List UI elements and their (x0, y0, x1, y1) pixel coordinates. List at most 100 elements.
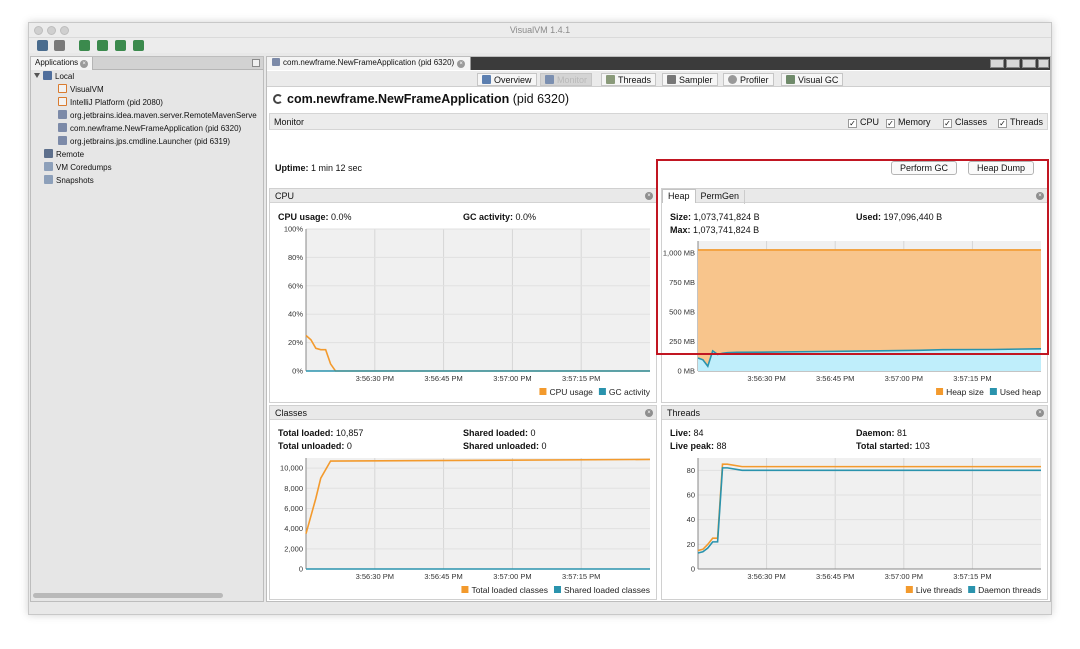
x-tick-label: 3:56:30 PM (356, 374, 394, 383)
expand-icon[interactable] (34, 73, 40, 78)
x-tick-label: 3:56:45 PM (816, 572, 854, 581)
close-icon[interactable]: × (80, 60, 89, 68)
close-icon[interactable]: × (645, 192, 653, 200)
y-tick-label: 750 MB (669, 278, 695, 287)
memory-panel: Heap PermGen × Size: 1,073,741,824 B Used… (661, 188, 1048, 403)
window-title: VisualVM 1.4.1 (509, 25, 571, 35)
monitor-label: Monitor (274, 117, 305, 127)
y-tick-label: 20 (687, 540, 695, 549)
tree-node-intellij[interactable]: IntelliJ Platform (pid 2080) (58, 97, 163, 109)
tree-node-visualvm[interactable]: VisualVM (58, 84, 104, 96)
cpu-checkbox[interactable]: ✓ CPU (848, 116, 879, 128)
y-tick-label: 250 MB (669, 337, 695, 346)
tree-node-newframe[interactable]: com.newframe.NewFrameApplication (pid 63… (58, 123, 241, 135)
java-process-icon (58, 123, 67, 132)
horizontal-scrollbar[interactable] (33, 593, 223, 598)
maximize-icon[interactable] (1038, 59, 1049, 68)
perform-gc-button[interactable]: Perform GC (891, 161, 958, 175)
x-tick-label: 3:57:00 PM (493, 374, 531, 383)
close-icon[interactable]: × (1036, 192, 1044, 200)
uptime: Uptime: 1 min 12 sec (275, 163, 363, 173)
classes-checkbox[interactable]: ✓ Classes (943, 116, 987, 128)
remote-host-icon (44, 149, 53, 158)
y-tick-label: 80% (288, 253, 303, 262)
tree-node-remote[interactable]: Remote (44, 149, 84, 161)
shared-unloaded-stat: Shared unloaded: 0 (463, 441, 547, 451)
shared-loaded-stat: Shared loaded: 0 (463, 428, 536, 438)
cpu-panel-header: CPU × (270, 189, 656, 203)
legend-label: GC activity (609, 387, 651, 397)
scroll-right-icon[interactable] (1006, 59, 1020, 68)
x-tick-label: 3:57:15 PM (953, 374, 991, 383)
sampler-icon (667, 75, 676, 84)
tree-node-jps-launcher[interactable]: org.jetbrains.jps.cmdline.Launcher (pid … (58, 136, 230, 148)
applications-tab-label: Applications (35, 58, 79, 67)
close-icon[interactable]: × (645, 409, 653, 417)
y-tick-label: 60 (687, 491, 695, 500)
x-tick-label: 3:56:30 PM (356, 572, 394, 581)
main-toolbar (29, 38, 1051, 53)
classes-panel: Classes × Total loaded: 10,857 Shared loa… (269, 405, 657, 600)
monitor-document: com.newframe.NewFrameApplication (pid 63… (266, 56, 1051, 602)
tree-node-coredumps[interactable]: VM Coredumps (44, 162, 112, 174)
save-icon[interactable] (54, 40, 65, 51)
minimize-panel-icon[interactable] (252, 59, 260, 67)
tree-node-snapshots[interactable]: Snapshots (44, 175, 94, 187)
tab-permgen[interactable]: PermGen (696, 190, 746, 204)
x-tick-label: 3:57:15 PM (562, 374, 600, 383)
coredump-icon[interactable] (133, 40, 144, 51)
tab-threads[interactable]: Threads (601, 73, 657, 86)
legend-swatch (598, 388, 606, 395)
live-threads-stat: Live: 84 (670, 428, 704, 438)
threads-checkbox[interactable]: ✓ Threads (998, 116, 1043, 128)
threads-panel-header: Threads × (662, 406, 1047, 420)
visualvm-window: VisualVM 1.4.1 Applications × Local Visua… (28, 22, 1052, 615)
tab-list-icon[interactable] (1022, 59, 1036, 68)
total-unloaded-stat: Total unloaded: 0 (278, 441, 352, 451)
scroll-left-icon[interactable] (990, 59, 1004, 68)
legend-swatch (905, 586, 913, 593)
add-jmx-icon[interactable] (37, 40, 48, 51)
thread-dump-icon[interactable] (97, 40, 108, 51)
close-icon[interactable]: × (457, 60, 466, 68)
check-icon: ✓ (998, 119, 1007, 128)
y-tick-label: 40% (288, 310, 303, 319)
y-tick-label: 4,000 (284, 524, 303, 533)
tab-monitor[interactable]: Monitor (540, 73, 593, 86)
memory-panel-header: Heap PermGen × (662, 189, 1047, 204)
y-tick-label: 40 (687, 515, 695, 524)
heap-dump-icon[interactable] (79, 40, 90, 51)
check-icon: ✓ (886, 119, 895, 128)
x-tick-label: 3:57:15 PM (562, 572, 600, 581)
live-peak-stat: Live peak: 88 (670, 441, 727, 451)
check-icon: ✓ (943, 119, 952, 128)
threads-panel: Threads × Live: 84 Daemon: 81 Live peak: … (661, 405, 1048, 600)
java-process-icon (272, 58, 280, 66)
legend-label: Daemon threads (978, 585, 1041, 595)
document-tab[interactable]: com.newframe.NewFrameApplication (pid 63… (267, 57, 472, 70)
tab-profiler[interactable]: Profiler (723, 73, 774, 86)
daemon-threads-stat: Daemon: 81 (856, 428, 908, 438)
y-tick-label: 0 (299, 565, 303, 574)
applications-tab[interactable]: Applications × (31, 57, 94, 70)
overview-icon (482, 75, 491, 84)
memory-checkbox[interactable]: ✓ Memory (886, 116, 931, 128)
tab-visual-gc[interactable]: Visual GC (781, 73, 844, 86)
tab-sampler[interactable]: Sampler (662, 73, 718, 86)
tree-node-maven-server[interactable]: org.jetbrains.idea.maven.server.RemoteMa… (58, 110, 263, 122)
classes-panel-header: Classes × (270, 406, 656, 420)
document-tabbar: com.newframe.NewFrameApplication (pid 63… (267, 57, 1050, 70)
tab-overview[interactable]: Overview (477, 73, 537, 86)
y-tick-label: 8,000 (284, 484, 303, 493)
close-icon[interactable]: × (1036, 409, 1044, 417)
monitor-bar: Monitor ✓ CPU ✓ Memory ✓ Classes ✓ Threads (269, 113, 1048, 130)
x-tick-label: 3:56:45 PM (424, 374, 462, 383)
tab-heap[interactable]: Heap (662, 189, 696, 203)
heap-dump-button[interactable]: Heap Dump (968, 161, 1035, 175)
legend-label: CPU usage (549, 387, 593, 397)
tree-node-local[interactable]: Local (34, 71, 74, 83)
applications-panel: Applications × Local VisualVM IntelliJ Pl… (30, 56, 264, 602)
plot-area (306, 458, 650, 569)
y-tick-label: 6,000 (284, 504, 303, 513)
snapshot-icon[interactable] (115, 40, 126, 51)
